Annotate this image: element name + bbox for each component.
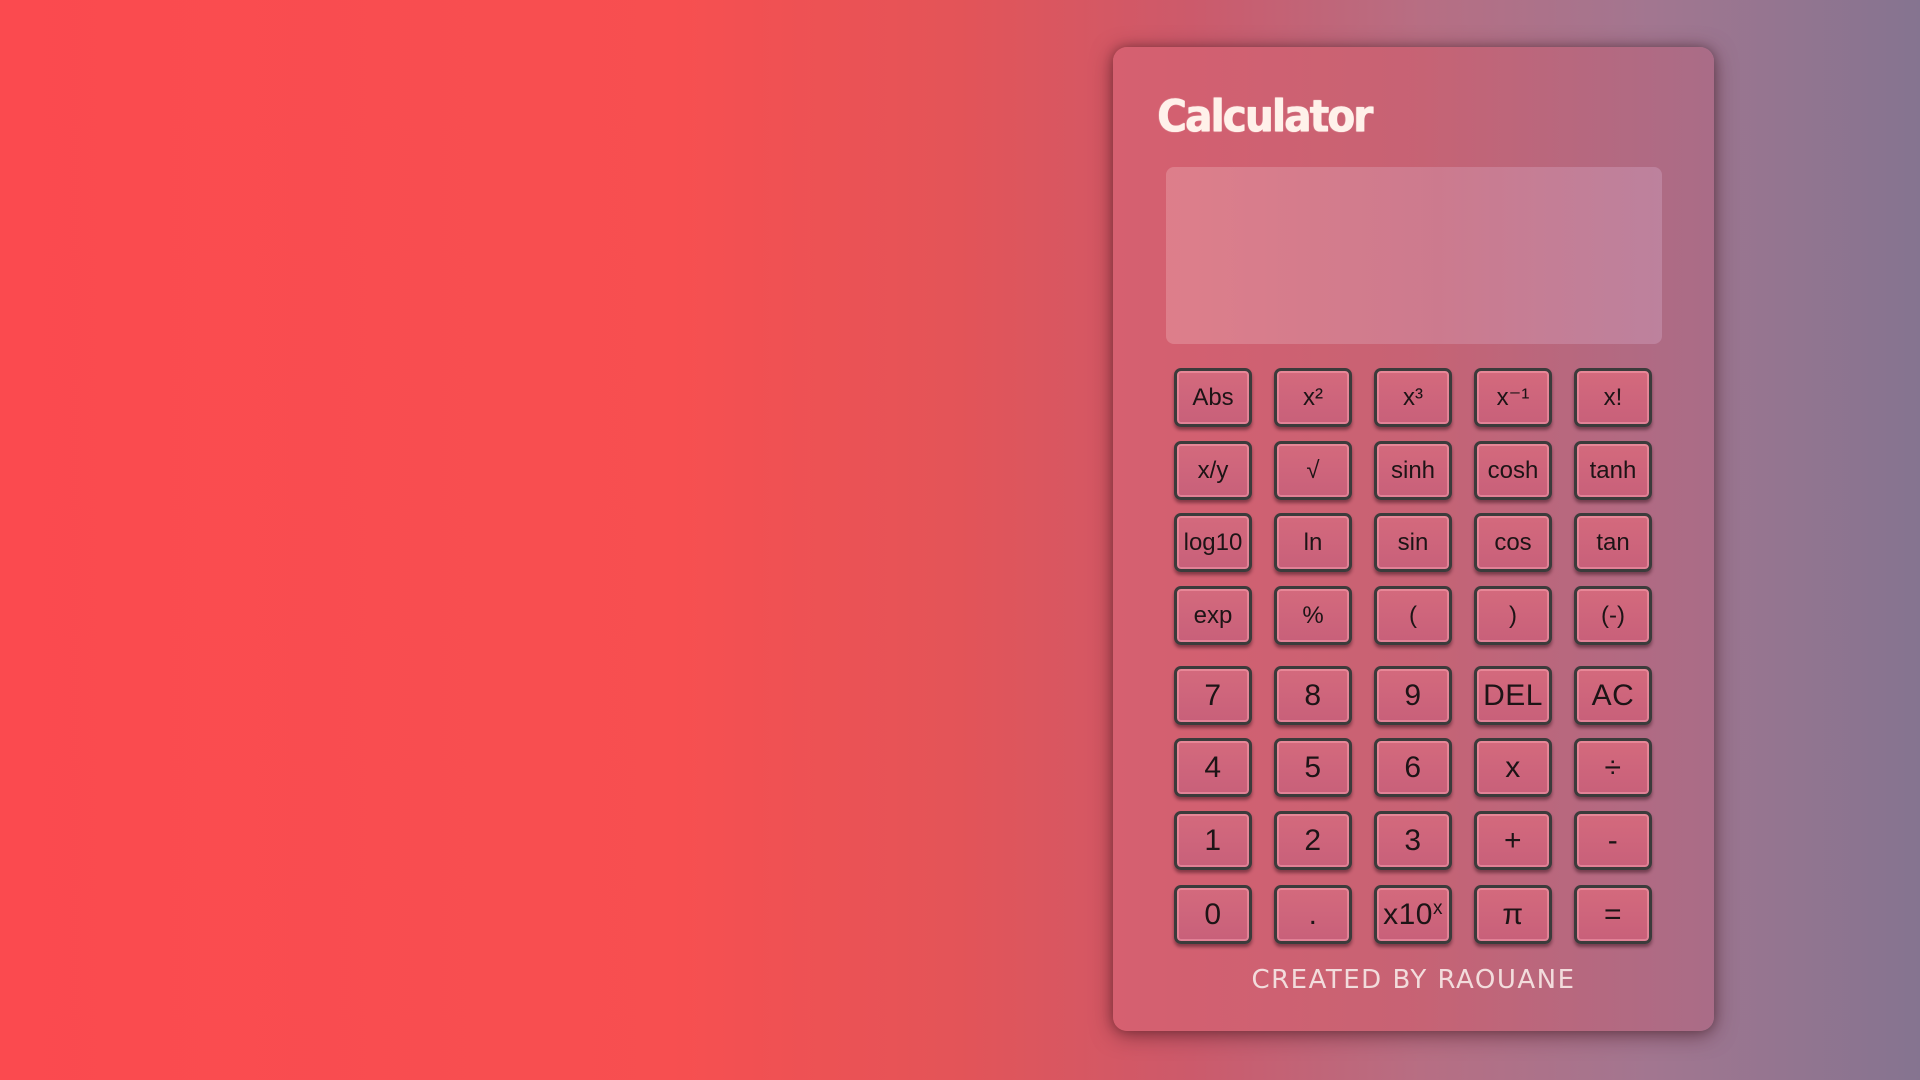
negate-button[interactable]: (-) [1574, 586, 1652, 645]
cos-button[interactable]: cos [1474, 513, 1552, 572]
keypad: Abs x² x³ x⁻¹ x! x/y √ sinh cosh tanh lo… [1113, 47, 1714, 1031]
inverse-button[interactable]: x⁻¹ [1474, 368, 1552, 427]
abs-button[interactable]: Abs [1174, 368, 1252, 427]
times-ten-power-button[interactable]: x10 x [1374, 885, 1452, 944]
equals-button[interactable]: = [1574, 885, 1652, 944]
nine-button[interactable]: 9 [1374, 666, 1452, 725]
calculator-panel: Calculator Abs x² x³ x⁻¹ x! x/y √ sinh c… [1113, 47, 1714, 1031]
two-button[interactable]: 2 [1274, 811, 1352, 870]
ln-button[interactable]: ln [1274, 513, 1352, 572]
log10-button[interactable]: log10 [1174, 513, 1252, 572]
close-paren-button[interactable]: ) [1474, 586, 1552, 645]
exp-button[interactable]: exp [1174, 586, 1252, 645]
eight-button[interactable]: 8 [1274, 666, 1352, 725]
divide-button[interactable]: ÷ [1574, 738, 1652, 797]
factorial-button[interactable]: x! [1574, 368, 1652, 427]
square-button[interactable]: x² [1274, 368, 1352, 427]
three-button[interactable]: 3 [1374, 811, 1452, 870]
seven-button[interactable]: 7 [1174, 666, 1252, 725]
times-ten-base: x10 [1383, 897, 1433, 931]
sin-button[interactable]: sin [1374, 513, 1452, 572]
four-button[interactable]: 4 [1174, 738, 1252, 797]
all-clear-button[interactable]: AC [1574, 666, 1652, 725]
power-button[interactable]: x/y [1174, 441, 1252, 500]
credit-text: CREATED BY RAOUANE [1251, 965, 1576, 995]
six-button[interactable]: 6 [1374, 738, 1452, 797]
pi-button[interactable]: π [1474, 885, 1552, 944]
sinh-button[interactable]: sinh [1374, 441, 1452, 500]
percent-button[interactable]: % [1274, 586, 1352, 645]
zero-button[interactable]: 0 [1174, 885, 1252, 944]
one-button[interactable]: 1 [1174, 811, 1252, 870]
multiply-button[interactable]: x [1474, 738, 1552, 797]
tanh-button[interactable]: tanh [1574, 441, 1652, 500]
five-button[interactable]: 5 [1274, 738, 1352, 797]
cube-button[interactable]: x³ [1374, 368, 1452, 427]
times-ten-exponent: x [1432, 897, 1443, 919]
sqrt-button[interactable]: √ [1274, 441, 1352, 500]
cosh-button[interactable]: cosh [1474, 441, 1552, 500]
tan-button[interactable]: tan [1574, 513, 1652, 572]
open-paren-button[interactable]: ( [1374, 586, 1452, 645]
minus-button[interactable]: - [1574, 811, 1652, 870]
delete-button[interactable]: DEL [1474, 666, 1552, 725]
decimal-button[interactable]: . [1274, 885, 1352, 944]
plus-button[interactable]: + [1474, 811, 1552, 870]
